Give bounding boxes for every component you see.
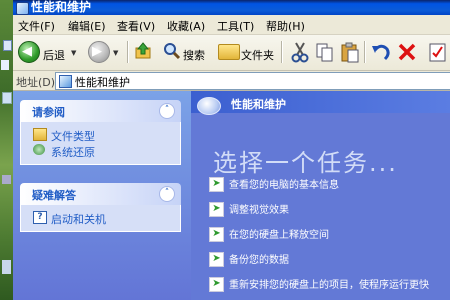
menu-bar: 文件(F) 编辑(E) 查看(V) 收藏(A) 工具(T) 帮助(H) [13, 15, 450, 35]
task-label[interactable]: 重新安排您的硬盘上的项目，使程序运行更快 [229, 276, 429, 291]
desktop-icon[interactable] [3, 40, 12, 51]
copy-icon[interactable] [315, 41, 335, 63]
category-title: 性能和维护 [231, 98, 286, 111]
title-bar[interactable]: 性能和维护 [13, 0, 450, 15]
green-arrow-icon: ➤ [209, 252, 224, 267]
search-label[interactable]: 搜索 [183, 47, 205, 63]
delete-icon[interactable] [397, 41, 417, 63]
collapse-chevron-icon[interactable]: ˄ [159, 103, 175, 119]
forward-button[interactable]: ▶ [88, 41, 110, 63]
menu-file[interactable]: 文件(F) [18, 18, 55, 34]
back-dropdown-icon[interactable]: ▼ [71, 49, 76, 57]
link-system-restore[interactable]: 系统还原 [21, 142, 180, 160]
toolbar-separator [281, 41, 283, 63]
see-also-panel: 请参阅 ˄ 文件类型 系统还原 [20, 100, 181, 165]
pick-task-heading: 选择一个任务... [213, 149, 398, 177]
content-pane: 性能和维护 选择一个任务... ➤ 查看您的电脑的基本信息 ➤ 调整视觉效果 ➤… [191, 91, 450, 300]
back-button[interactable]: ◀ [18, 41, 40, 63]
desktop-icon[interactable] [2, 260, 11, 274]
task-label[interactable]: 调整视觉效果 [229, 201, 289, 216]
cut-icon[interactable] [290, 41, 310, 63]
folder-options-icon [33, 128, 47, 141]
back-arrow-icon: ◀ [22, 44, 32, 59]
desktop-icon[interactable] [2, 175, 11, 184]
undo-icon[interactable] [370, 41, 392, 63]
green-arrow-icon: ➤ [209, 177, 224, 192]
green-arrow-icon: ➤ [209, 277, 224, 292]
category-header: 性能和维护 [191, 91, 450, 115]
menu-view[interactable]: 查看(V) [117, 18, 155, 34]
toolbar: ◀ 后退 ▼ ▶ ▼ 搜索 文件夹 [13, 35, 450, 71]
folders-icon[interactable] [218, 44, 240, 60]
task-label[interactable]: 查看您的电脑的基本信息 [229, 176, 339, 191]
address-field[interactable]: 性能和维护 [55, 72, 450, 90]
back-label[interactable]: 后退 [43, 47, 65, 63]
troubleshoot-panel: 疑难解答 ˄ ? 启动和关机 [20, 183, 181, 232]
desktop-icon[interactable] [1, 60, 9, 70]
address-label: 地址(D) [16, 76, 56, 89]
desktop-icon[interactable] [2, 92, 12, 104]
system-restore-icon [33, 144, 45, 155]
green-arrow-icon: ➤ [209, 202, 224, 217]
address-bar: 地址(D) 性能和维护 [13, 71, 450, 91]
help-icon: ? [33, 211, 47, 224]
link-label[interactable]: 启动和关机 [51, 211, 106, 227]
control-panel-icon [16, 2, 29, 15]
address-value[interactable]: 性能和维护 [75, 74, 130, 90]
troubleshoot-body: ? 启动和关机 [20, 205, 181, 232]
link-file-types[interactable]: 文件类型 [21, 126, 180, 143]
menu-favorites[interactable]: 收藏(A) [167, 18, 205, 34]
menu-tools[interactable]: 工具(T) [217, 18, 254, 34]
search-icon[interactable] [163, 42, 181, 60]
control-panel-icon [59, 75, 72, 88]
desktop-strip [0, 0, 13, 300]
see-also-title: 请参阅 [32, 106, 65, 119]
toolbar-separator [127, 41, 129, 63]
forward-dropdown-icon[interactable]: ▼ [113, 49, 118, 57]
toolbar-separator [364, 41, 366, 63]
properties-icon[interactable] [428, 41, 448, 63]
forward-arrow-icon: ▶ [92, 44, 102, 59]
folders-label[interactable]: 文件夹 [241, 47, 274, 63]
troubleshoot-header[interactable]: 疑难解答 ˄ [20, 183, 181, 205]
paste-icon[interactable] [340, 41, 360, 63]
menu-help[interactable]: 帮助(H) [266, 18, 305, 34]
up-folder-icon[interactable] [134, 42, 152, 60]
link-label[interactable]: 系统还原 [51, 144, 95, 160]
see-also-body: 文件类型 系统还原 [20, 122, 181, 165]
window-title: 性能和维护 [31, 0, 92, 14]
explorer-window: 性能和维护 文件(F) 编辑(E) 查看(V) 收藏(A) 工具(T) 帮助(H… [13, 0, 450, 300]
troubleshoot-title: 疑难解答 [32, 189, 76, 202]
collapse-chevron-icon[interactable]: ˄ [159, 186, 175, 202]
task-label[interactable]: 备份您的数据 [229, 251, 289, 266]
see-also-header[interactable]: 请参阅 ˄ [20, 100, 181, 122]
menu-edit[interactable]: 编辑(E) [68, 18, 106, 34]
link-startup-shutdown[interactable]: ? 启动和关机 [21, 209, 180, 227]
task-pane: 请参阅 ˄ 文件类型 系统还原 疑难解答 ˄ ? 启动和关机 [13, 91, 191, 300]
green-arrow-icon: ➤ [209, 227, 224, 242]
task-label[interactable]: 在您的硬盘上释放空间 [229, 226, 329, 241]
performance-maintenance-icon [197, 97, 221, 115]
